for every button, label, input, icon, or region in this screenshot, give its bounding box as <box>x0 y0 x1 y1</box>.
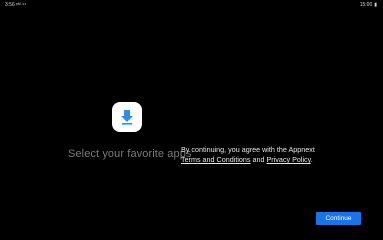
status-right-area: 15:00 ▮ <box>360 2 377 9</box>
status-time: 3:56 ᵖᴹ ⁴⁴ <box>5 2 26 9</box>
consent-and: and <box>252 155 265 164</box>
status-right-text: 15:00 <box>359 2 373 8</box>
status-extra-text: ᵖᴹ ⁴⁴ <box>16 2 27 8</box>
terms-link[interactable]: Terms and Conditions <box>181 155 251 164</box>
status-bar: 3:56 ᵖᴹ ⁴⁴ 15:00 ▮ <box>0 0 383 12</box>
status-time-text: 3:56 <box>5 2 15 8</box>
battery-icon: ▮ <box>374 2 377 8</box>
download-arrow-icon <box>121 110 133 125</box>
consent-suffix: . <box>310 155 313 164</box>
app-screen: 3:56 ᵖᴹ ⁴⁴ 15:00 ▮ Select your favorite … <box>0 0 383 240</box>
consent-text: By continuing, you agree with the Appnex… <box>181 145 377 165</box>
continue-button[interactable]: Continue <box>316 212 361 225</box>
headline-text: Select your favorite apps <box>68 148 192 160</box>
consent-prefix: By continuing, you agree with the Appnex… <box>181 145 315 154</box>
app-logo-tile <box>112 102 142 132</box>
privacy-policy-link[interactable]: Privacy Policy <box>267 155 311 164</box>
